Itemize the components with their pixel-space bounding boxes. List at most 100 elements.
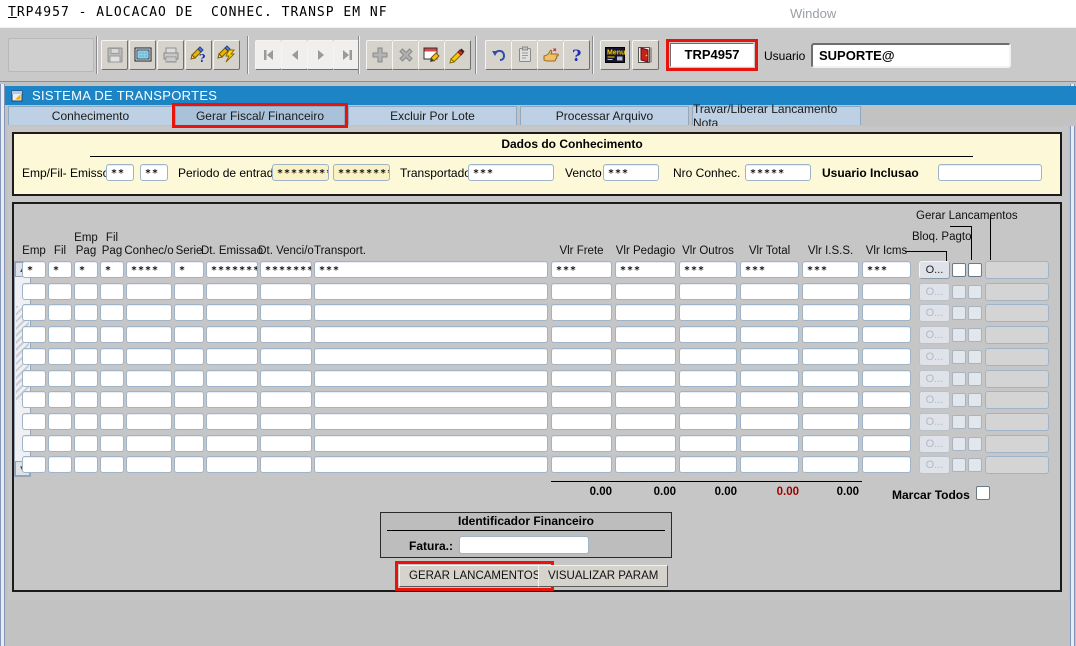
screen-button[interactable]	[129, 40, 156, 70]
grid-field-emp-pag[interactable]	[74, 456, 98, 473]
grid-field-fil[interactable]	[48, 304, 72, 321]
grid-field-dt-emissao[interactable]	[206, 456, 258, 473]
grid-field-vlr-total[interactable]	[740, 348, 799, 365]
transportador-field[interactable]: ***	[468, 164, 554, 181]
grid-field-fil-pag[interactable]	[100, 456, 124, 473]
periodo-ate-field[interactable]: ********	[333, 164, 390, 181]
grid-field-vlr-frete[interactable]	[551, 391, 612, 408]
grid-field-dt-emissao[interactable]	[206, 304, 258, 321]
grid-field-emp-pag[interactable]	[74, 435, 98, 452]
grid-field-conheco[interactable]	[126, 413, 172, 430]
grid-field-vlr-icms[interactable]: ***	[862, 261, 911, 278]
grid-field-dt-emissao[interactable]: ********	[206, 261, 258, 278]
grid-field-vlr-frete[interactable]	[551, 348, 612, 365]
insert-record-button[interactable]	[366, 40, 393, 70]
nro-conhec-field[interactable]: *****	[745, 164, 811, 181]
grid-field-dt-vencio[interactable]: ********	[260, 261, 312, 278]
grid-field-conheco[interactable]	[126, 435, 172, 452]
grid-field-fil[interactable]	[48, 283, 72, 300]
grid-field-transport[interactable]	[314, 348, 548, 365]
grid-field-dt-emissao[interactable]	[206, 326, 258, 343]
grid-field-vlr-outros[interactable]	[679, 326, 737, 343]
grid-field-vlr-total[interactable]	[740, 326, 799, 343]
grid-field-vlr-frete[interactable]	[551, 370, 612, 387]
delete-record-button[interactable]	[392, 40, 419, 70]
grid-field-vlr-iss[interactable]	[802, 326, 859, 343]
grid-field-vlr-pedagio[interactable]	[615, 391, 676, 408]
grid-field-fil[interactable]	[48, 435, 72, 452]
grid-field-serie[interactable]	[174, 348, 204, 365]
grid-field-vlr-iss[interactable]	[802, 456, 859, 473]
clipboard-button[interactable]	[511, 40, 538, 70]
grid-field-transport[interactable]: ***	[314, 261, 548, 278]
help-button[interactable]: ?	[563, 40, 590, 70]
tab-excluir-por-lote[interactable]: Excluir Por Lote	[348, 106, 517, 125]
grid-field-vlr-pedagio[interactable]	[615, 348, 676, 365]
grid-field-emp-pag[interactable]	[74, 304, 98, 321]
grid-field-dt-vencio[interactable]	[260, 304, 312, 321]
grid-field-vlr-iss[interactable]	[802, 435, 859, 452]
grid-field-serie[interactable]	[174, 304, 204, 321]
last-record-button[interactable]	[333, 40, 360, 70]
grid-field-serie[interactable]: *	[174, 261, 204, 278]
grid-field-conheco[interactable]	[126, 326, 172, 343]
grid-field-vlr-pedagio[interactable]	[615, 283, 676, 300]
grid-field-vlr-total[interactable]	[740, 283, 799, 300]
execute-query-button[interactable]	[213, 40, 240, 70]
clear-button[interactable]	[444, 40, 471, 70]
grid-field-vlr-iss[interactable]	[802, 348, 859, 365]
grid-field-vlr-outros[interactable]	[679, 370, 737, 387]
print-button[interactable]	[157, 40, 184, 70]
edit-button[interactable]	[418, 40, 445, 70]
grid-field-emp[interactable]: *	[22, 261, 46, 278]
grid-field-transport[interactable]	[314, 391, 548, 408]
grid-field-emp[interactable]	[22, 456, 46, 473]
grid-field-vlr-frete[interactable]	[551, 283, 612, 300]
grid-field-vlr-frete[interactable]	[551, 413, 612, 430]
tab-gerar-fiscal-financeiro[interactable]: Gerar Fiscal/ Financeiro	[175, 106, 345, 125]
grid-field-vlr-outros[interactable]	[679, 435, 737, 452]
grid-field-vlr-total[interactable]: ***	[740, 261, 799, 278]
grid-field-serie[interactable]	[174, 413, 204, 430]
grid-field-fil-pag[interactable]	[100, 304, 124, 321]
grid-field-emp[interactable]	[22, 435, 46, 452]
grid-field-dt-vencio[interactable]	[260, 435, 312, 452]
grid-field-vlr-icms[interactable]	[862, 456, 911, 473]
grid-field-transport[interactable]	[314, 370, 548, 387]
grid-field-vlr-pedagio[interactable]	[615, 326, 676, 343]
menu-window[interactable]: Window	[790, 6, 836, 21]
grid-field-conheco[interactable]	[126, 370, 172, 387]
grid-field-vlr-total[interactable]	[740, 391, 799, 408]
grid-field-transport[interactable]	[314, 435, 548, 452]
grid-field-vlr-frete[interactable]	[551, 435, 612, 452]
grid-field-vlr-pedagio[interactable]: ***	[615, 261, 676, 278]
grid-field-vlr-pedagio[interactable]	[615, 304, 676, 321]
grid-field-dt-emissao[interactable]	[206, 413, 258, 430]
grid-field-vlr-icms[interactable]	[862, 413, 911, 430]
grid-field-fil-pag[interactable]	[100, 348, 124, 365]
grid-field-dt-emissao[interactable]	[206, 370, 258, 387]
grid-field-fil[interactable]	[48, 370, 72, 387]
marcar-todos-checkbox[interactable]	[976, 486, 990, 500]
grid-field-dt-vencio[interactable]	[260, 370, 312, 387]
grid-field-vlr-pedagio[interactable]	[615, 413, 676, 430]
grid-field-vlr-iss[interactable]	[802, 413, 859, 430]
periodo-de-field[interactable]: ********	[272, 164, 329, 181]
grid-field-serie[interactable]	[174, 370, 204, 387]
grid-field-serie[interactable]	[174, 391, 204, 408]
grid-field-emp[interactable]	[22, 413, 46, 430]
grid-field-vlr-total[interactable]	[740, 304, 799, 321]
bloq-pagto-checkbox-2[interactable]	[968, 263, 982, 277]
grid-field-fil-pag[interactable]	[100, 435, 124, 452]
grid-field-emp-pag[interactable]	[74, 370, 98, 387]
grid-field-dt-emissao[interactable]	[206, 391, 258, 408]
grid-field-serie[interactable]	[174, 283, 204, 300]
grid-field-fil[interactable]: *	[48, 261, 72, 278]
grid-field-fil-pag[interactable]	[100, 370, 124, 387]
grid-field-conheco[interactable]	[126, 456, 172, 473]
list-of-values-button[interactable]	[537, 40, 564, 70]
grid-field-vlr-icms[interactable]	[862, 435, 911, 452]
grid-field-conheco[interactable]	[126, 391, 172, 408]
grid-field-emp-pag[interactable]	[74, 326, 98, 343]
grid-field-vlr-icms[interactable]	[862, 348, 911, 365]
